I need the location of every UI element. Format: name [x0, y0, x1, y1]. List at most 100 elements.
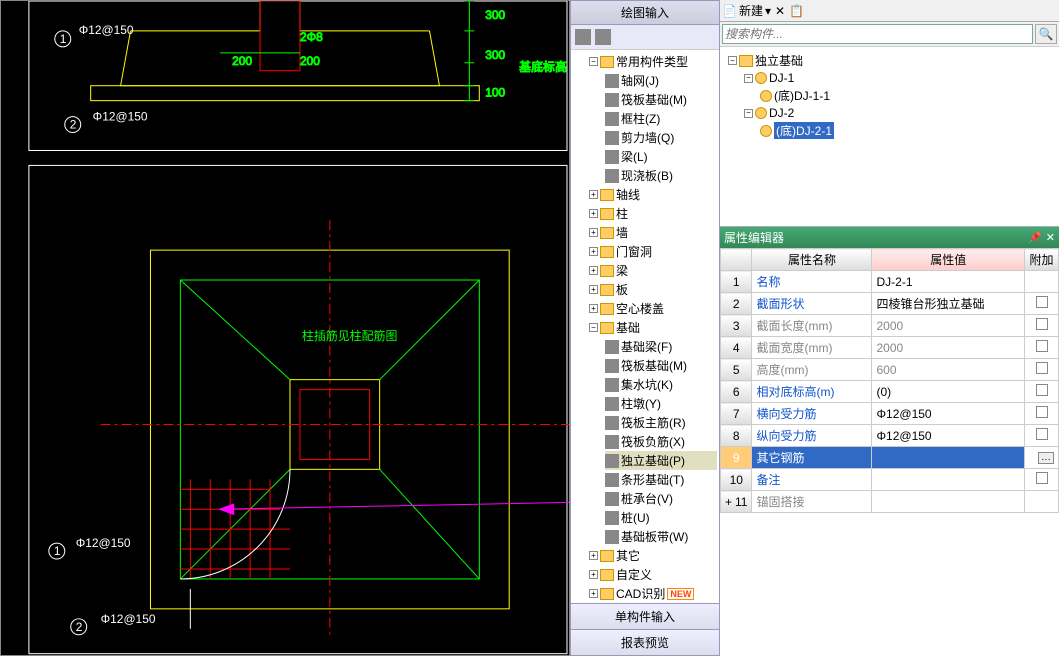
- expand-icon[interactable]: −: [744, 74, 753, 83]
- expand-icon[interactable]: +: [725, 495, 732, 509]
- expand-icon[interactable]: −: [589, 57, 598, 66]
- expand-icon[interactable]: +: [589, 266, 598, 275]
- prop-attach[interactable]: [1025, 469, 1059, 491]
- tree-label[interactable]: 基础: [616, 319, 640, 336]
- expand-icon[interactable]: +: [589, 228, 598, 237]
- tree-label[interactable]: 柱: [616, 205, 628, 222]
- prop-attach[interactable]: …: [1025, 447, 1059, 469]
- property-row[interactable]: +11锚固搭接: [721, 491, 1059, 513]
- tree-label[interactable]: 桩(U): [621, 509, 650, 526]
- expand-icon[interactable]: +: [589, 209, 598, 218]
- ellipsis-button[interactable]: …: [1038, 452, 1054, 464]
- tree-label-selected[interactable]: (底)DJ-2-1: [774, 122, 834, 139]
- prop-value[interactable]: [872, 469, 1025, 491]
- prop-value[interactable]: [872, 447, 1025, 469]
- tree-label[interactable]: 轴线: [616, 186, 640, 203]
- expand-icon[interactable]: +: [589, 589, 598, 598]
- tree-label[interactable]: 其它: [616, 547, 640, 564]
- prop-attach[interactable]: [1025, 293, 1059, 315]
- tree-label[interactable]: 基础梁(F): [621, 338, 672, 355]
- tree-label[interactable]: 门窗洞: [616, 243, 652, 260]
- tree-label[interactable]: 基础板带(W): [621, 528, 688, 545]
- tree-label[interactable]: 集水坑(K): [621, 376, 673, 393]
- tree-label[interactable]: 筏板基础(M): [621, 91, 687, 108]
- prop-attach[interactable]: [1025, 381, 1059, 403]
- footer-single-component[interactable]: 单构件输入: [571, 603, 719, 629]
- footer-report-preview[interactable]: 报表预览: [571, 629, 719, 655]
- prop-attach[interactable]: [1025, 337, 1059, 359]
- search-button[interactable]: 🔍: [1035, 24, 1057, 44]
- prop-value[interactable]: 四棱锥台形独立基础: [872, 293, 1025, 315]
- cad-viewport[interactable]: 300 300 100 基底标高 200 200 2Φ8 Φ12@150 1 Φ…: [0, 0, 570, 656]
- expand-icon[interactable]: −: [744, 109, 753, 118]
- prop-value[interactable]: 2000: [872, 315, 1025, 337]
- property-row[interactable]: 6相对底标高(m)(0): [721, 381, 1059, 403]
- checkbox[interactable]: [1036, 340, 1048, 352]
- tree-label[interactable]: 条形基础(T): [621, 471, 684, 488]
- tree-label[interactable]: 柱墩(Y): [621, 395, 661, 412]
- tree-label[interactable]: 筏板主筋(R): [621, 414, 686, 431]
- property-table[interactable]: 属性名称 属性值 附加 1名称DJ-2-12截面形状四棱锥台形独立基础3截面长度…: [720, 248, 1059, 656]
- property-row[interactable]: 5高度(mm)600: [721, 359, 1059, 381]
- toolbar-icon[interactable]: [575, 29, 591, 45]
- checkbox[interactable]: [1036, 362, 1048, 374]
- component-tree[interactable]: −常用构件类型 轴网(J) 筏板基础(M) 框柱(Z) 剪力墙(Q) 梁(L) …: [571, 50, 719, 603]
- checkbox[interactable]: [1036, 296, 1048, 308]
- property-row[interactable]: 4截面宽度(mm)2000: [721, 337, 1059, 359]
- expand-icon[interactable]: +: [589, 570, 598, 579]
- prop-attach[interactable]: [1025, 403, 1059, 425]
- checkbox[interactable]: [1036, 318, 1048, 330]
- prop-attach[interactable]: [1025, 359, 1059, 381]
- expand-icon[interactable]: +: [589, 190, 598, 199]
- tree-label[interactable]: 筏板基础(M): [621, 357, 687, 374]
- tree-label[interactable]: 梁(L): [621, 148, 648, 165]
- prop-value[interactable]: Φ12@150: [872, 403, 1025, 425]
- prop-value[interactable]: [872, 491, 1025, 513]
- tree-label[interactable]: 空心楼盖: [616, 300, 664, 317]
- expand-icon[interactable]: +: [589, 551, 598, 560]
- toolbar-icon[interactable]: [595, 29, 611, 45]
- prop-value[interactable]: Φ12@150: [872, 425, 1025, 447]
- prop-attach[interactable]: [1025, 315, 1059, 337]
- tree-label[interactable]: 筏板负筋(X): [621, 433, 685, 450]
- tree-label[interactable]: DJ-1: [769, 71, 794, 85]
- property-row[interactable]: 1名称DJ-2-1: [721, 271, 1059, 293]
- checkbox[interactable]: [1036, 428, 1048, 440]
- expand-icon[interactable]: −: [589, 323, 598, 332]
- tree-label[interactable]: 常用构件类型: [616, 53, 688, 70]
- new-button[interactable]: 📄 新建 ▾: [722, 2, 771, 19]
- tree-label[interactable]: 自定义: [616, 566, 652, 583]
- tree-label[interactable]: 剪力墙(Q): [621, 129, 674, 146]
- close-icon[interactable]: ✕: [1046, 231, 1055, 244]
- prop-value[interactable]: DJ-2-1: [872, 271, 1025, 293]
- toolbar-icon[interactable]: 📋: [789, 4, 804, 18]
- checkbox[interactable]: [1036, 384, 1048, 396]
- prop-value[interactable]: (0): [872, 381, 1025, 403]
- search-input[interactable]: [722, 24, 1033, 44]
- tree-label[interactable]: CAD识别: [616, 585, 665, 602]
- pin-icon[interactable]: 📌: [1028, 231, 1042, 244]
- tree-label[interactable]: 独立基础: [755, 52, 803, 69]
- tree-label[interactable]: 框柱(Z): [621, 110, 660, 127]
- prop-attach[interactable]: [1025, 271, 1059, 293]
- tree-label[interactable]: 轴网(J): [621, 72, 659, 89]
- property-row[interactable]: 7横向受力筋Φ12@150: [721, 403, 1059, 425]
- property-row[interactable]: 8纵向受力筋Φ12@150: [721, 425, 1059, 447]
- tree-label[interactable]: 现浇板(B): [621, 167, 673, 184]
- tree-label[interactable]: 梁: [616, 262, 628, 279]
- tree-label[interactable]: 独立基础(P): [621, 452, 685, 469]
- prop-attach[interactable]: [1025, 425, 1059, 447]
- prop-value[interactable]: 600: [872, 359, 1025, 381]
- property-row[interactable]: 3截面长度(mm)2000: [721, 315, 1059, 337]
- expand-icon[interactable]: −: [728, 56, 737, 65]
- tree-label[interactable]: 墙: [616, 224, 628, 241]
- tree-label[interactable]: 板: [616, 281, 628, 298]
- property-row[interactable]: 10备注: [721, 469, 1059, 491]
- toolbar-icon[interactable]: ✕: [775, 4, 785, 18]
- prop-value[interactable]: 2000: [872, 337, 1025, 359]
- expand-icon[interactable]: +: [589, 285, 598, 294]
- tree-label[interactable]: 桩承台(V): [621, 490, 673, 507]
- prop-attach[interactable]: [1025, 491, 1059, 513]
- checkbox[interactable]: [1036, 406, 1048, 418]
- property-row[interactable]: 2截面形状四棱锥台形独立基础: [721, 293, 1059, 315]
